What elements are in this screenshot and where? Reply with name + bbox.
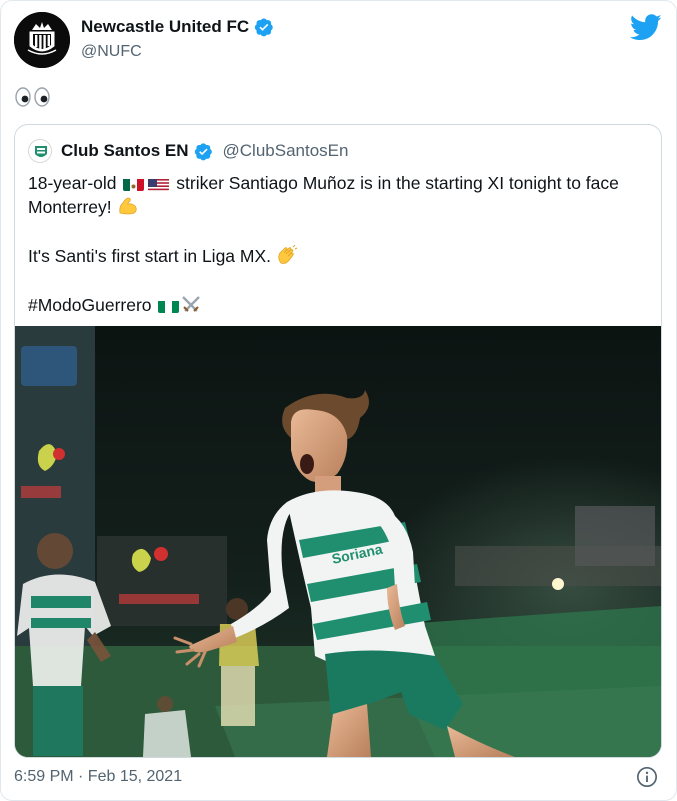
author-handle[interactable]: @NUFC	[81, 43, 142, 61]
player-celebration-photo: Soriana	[15, 326, 661, 757]
info-icon[interactable]	[636, 766, 658, 788]
quoted-handle[interactable]: @ClubSantosEn	[223, 141, 349, 161]
author-avatar[interactable]	[14, 12, 70, 68]
quoted-line1-pre: 18-year-old	[28, 173, 117, 193]
twitter-bird-icon[interactable]	[630, 14, 662, 41]
quoted-display-name[interactable]: Club Santos EN	[61, 141, 189, 161]
nigeria-flag-icon	[158, 298, 180, 313]
quoted-avatar[interactable]	[28, 139, 52, 163]
flexed-biceps-emoji-icon	[117, 196, 139, 220]
quoted-text: 18-year-old striker Santiago Muñoz is in…	[28, 171, 648, 318]
eyes-emoji-icon	[15, 87, 50, 107]
crossed-swords-emoji-icon	[181, 294, 201, 318]
quoted-line2: It's Santi's first start in Liga MX.	[28, 246, 272, 266]
nufc-crest-icon	[14, 12, 70, 68]
verified-badge-icon	[194, 142, 212, 160]
santos-crest-icon	[29, 140, 51, 162]
tweet-timestamp[interactable]: 6:59 PM · Feb 15, 2021	[14, 768, 182, 786]
usa-flag-icon	[148, 176, 170, 191]
tweet-text: 👀	[14, 87, 54, 113]
tweet-card: Newcastle United FC @NUFC 👀	[0, 0, 677, 801]
quoted-photo[interactable]: Soriana	[15, 326, 661, 757]
tweet-header: Newcastle United FC @NUFC	[14, 12, 662, 68]
clapping-hands-emoji-icon	[276, 244, 298, 269]
quoted-tweet[interactable]: Club Santos EN @ClubSantosEn 18-year-old…	[14, 124, 662, 758]
mexico-flag-icon	[123, 176, 145, 191]
author-display-name[interactable]: Newcastle United FC	[81, 17, 249, 37]
verified-badge-icon	[255, 18, 273, 37]
quoted-hashtag[interactable]: #ModoGuerrero	[28, 295, 152, 315]
